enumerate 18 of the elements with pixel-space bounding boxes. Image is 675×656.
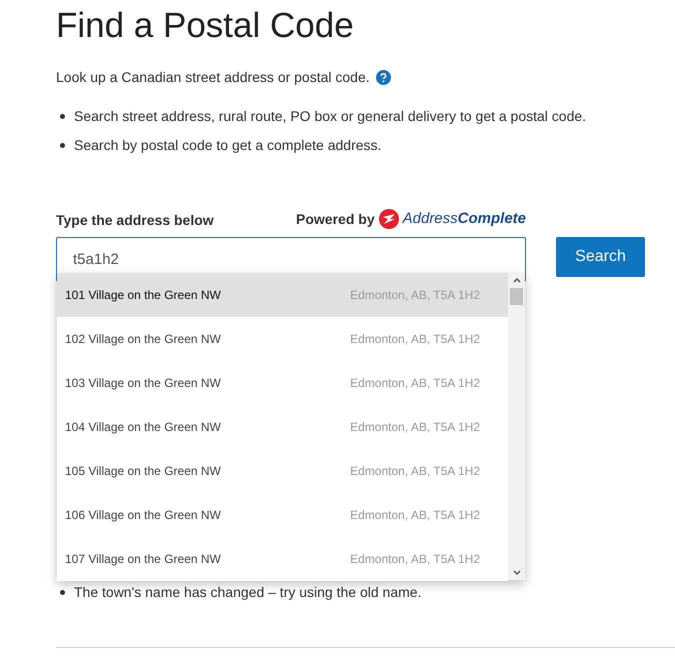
bullet-icon <box>60 590 65 594</box>
help-icon[interactable] <box>376 70 391 85</box>
bullet-text: Search street address, rural route, PO box or general delivery to get a postal code. <box>74 107 586 126</box>
suggestion-item[interactable]: 101 Village on the Green NW Edmonton, AB, T5A 1H2 <box>57 273 508 317</box>
tip-text: The town's name has changed – try using the old name. <box>74 582 422 602</box>
page-title: Find a Postal Code <box>56 5 354 47</box>
search-button[interactable]: Search <box>556 236 645 276</box>
scrollbar[interactable] <box>508 273 525 580</box>
brand-name: AddressComplete <box>402 209 526 229</box>
wing-logo-icon <box>378 209 399 230</box>
powered-by-text: Powered by <box>296 210 375 229</box>
intro-text: Look up a Canadian street address or postal code. <box>56 68 370 87</box>
scroll-thumb[interactable] <box>510 288 523 305</box>
suggestion-item[interactable]: 107 Village on the Green NW Edmonton, AB, T5A 1H2 <box>57 537 508 581</box>
bullet-icon <box>60 143 65 148</box>
field-label: Type the address below <box>56 210 214 230</box>
bullet-text: Search by postal code to get a complete address. <box>74 136 382 155</box>
bullet-icon <box>60 114 65 119</box>
